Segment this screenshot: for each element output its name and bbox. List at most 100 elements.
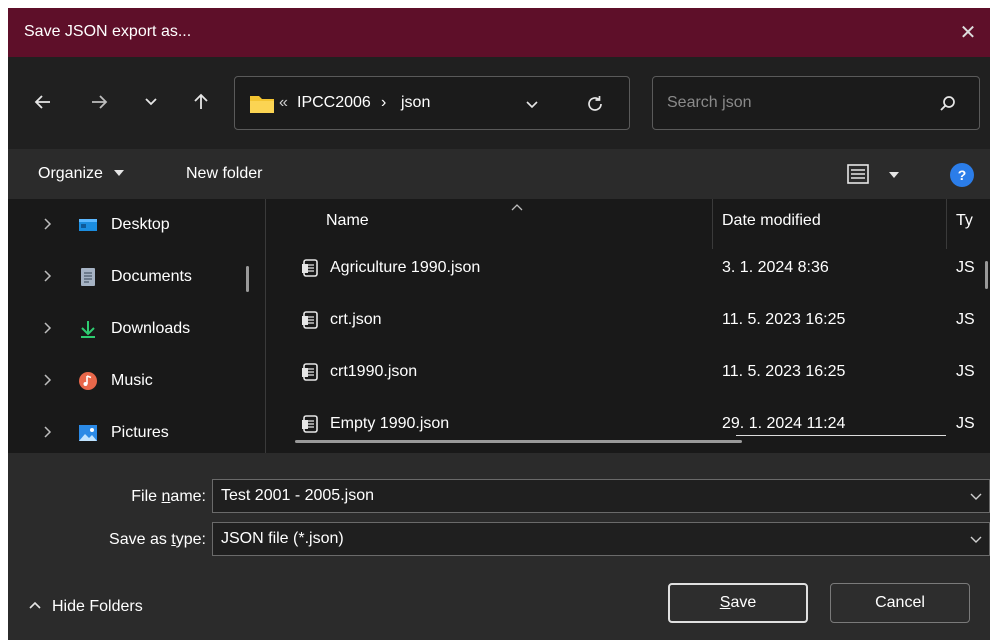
file-row[interactable]: crt.json 11. 5. 2023 16:25 JS bbox=[266, 296, 990, 348]
navigation-bar: « IPCC2006 › json Search json bbox=[8, 57, 990, 149]
vertical-scrollbar[interactable] bbox=[985, 261, 988, 289]
chevron-down-icon[interactable] bbox=[969, 490, 983, 504]
refresh-icon[interactable] bbox=[585, 94, 605, 114]
file-name-label: File name: bbox=[131, 488, 206, 505]
breadcrumb-ipcc2006[interactable]: IPCC2006 bbox=[297, 94, 371, 112]
chevron-up-icon bbox=[29, 601, 41, 609]
file-date: 11. 5. 2023 16:25 bbox=[722, 363, 846, 380]
chevron-right-icon[interactable] bbox=[40, 425, 54, 439]
arrow-up-icon bbox=[194, 93, 208, 109]
save-as-type-select[interactable]: JSON file (*.json) bbox=[212, 522, 990, 556]
arrow-left-icon bbox=[34, 95, 50, 109]
chevron-right-icon[interactable] bbox=[40, 373, 54, 387]
file-type: JS bbox=[956, 311, 975, 328]
address-overflow[interactable]: « bbox=[279, 94, 288, 112]
arrow-right-icon bbox=[92, 95, 108, 109]
caret-down-icon bbox=[114, 170, 125, 176]
horizontal-scrollbar[interactable] bbox=[295, 440, 742, 443]
caret-down-icon bbox=[889, 172, 899, 178]
sidebar-item-label: Desktop bbox=[111, 216, 170, 233]
sidebar-item-desktop[interactable]: Desktop bbox=[8, 205, 258, 245]
search-box[interactable]: Search json bbox=[652, 76, 980, 130]
save-button[interactable]: Save bbox=[668, 583, 808, 623]
file-type: JS bbox=[956, 415, 975, 432]
command-bar: Organize New folder ? bbox=[8, 149, 990, 199]
back-button[interactable] bbox=[28, 87, 58, 117]
file-row[interactable]: crt1990.json 11. 5. 2023 16:25 JS bbox=[266, 348, 990, 400]
sort-ascending-icon bbox=[511, 204, 523, 211]
file-date: 3. 1. 2024 8:36 bbox=[722, 259, 829, 276]
address-dropdown-icon[interactable] bbox=[525, 98, 539, 112]
sidebar-scrollbar[interactable] bbox=[246, 266, 249, 292]
save-options-panel: File name: Test 2001 - 2005.json Save as… bbox=[8, 453, 990, 640]
chevron-right-icon[interactable] bbox=[40, 217, 54, 231]
sidebar-item-music[interactable]: Music bbox=[8, 361, 258, 401]
breadcrumb-json[interactable]: json bbox=[401, 94, 430, 112]
pictures-icon bbox=[79, 425, 97, 441]
file-row[interactable]: Agriculture 1990.json 3. 1. 2024 8:36 JS bbox=[266, 244, 990, 296]
save-dialog: Save JSON export as... ✕ « IPCC2006 › js… bbox=[8, 8, 990, 640]
documents-icon bbox=[81, 268, 95, 286]
close-icon: ✕ bbox=[959, 22, 977, 44]
music-icon bbox=[79, 372, 97, 390]
save-as-type-label: Save as type: bbox=[109, 531, 206, 548]
sidebar-item-label: Music bbox=[111, 372, 153, 389]
file-type: JS bbox=[956, 259, 975, 276]
cancel-button[interactable]: Cancel bbox=[830, 583, 970, 623]
sidebar-item-label: Pictures bbox=[111, 424, 169, 441]
sidebar-item-downloads[interactable]: Downloads bbox=[8, 309, 258, 349]
json-file-icon bbox=[302, 259, 318, 277]
recent-locations-button[interactable] bbox=[136, 87, 166, 117]
list-view-icon bbox=[847, 164, 869, 184]
file-list: Name Date modified Ty Agriculture 1990.j… bbox=[266, 199, 990, 453]
view-options-button[interactable] bbox=[846, 163, 908, 187]
file-type: JS bbox=[956, 363, 975, 380]
sidebar-item-label: Downloads bbox=[111, 320, 191, 337]
column-separator[interactable] bbox=[946, 199, 947, 249]
hide-folders-label: Hide Folders bbox=[52, 598, 143, 615]
file-row[interactable]: Empty 1990.json 29. 1. 2024 11:24 JS bbox=[266, 400, 990, 452]
json-file-icon bbox=[302, 415, 318, 433]
chevron-right-icon[interactable] bbox=[40, 321, 54, 335]
content-area: Desktop Documents Downloads Music Pictur bbox=[8, 199, 990, 453]
sidebar-item-label: Documents bbox=[111, 268, 192, 285]
folder-icon bbox=[250, 96, 274, 113]
search-placeholder: Search json bbox=[667, 94, 752, 111]
desktop-icon bbox=[79, 219, 97, 231]
column-header-name[interactable]: Name bbox=[326, 212, 369, 230]
address-bar[interactable]: « IPCC2006 › json bbox=[234, 76, 630, 130]
breadcrumb-separator[interactable]: › bbox=[381, 94, 386, 112]
sidebar-item-documents[interactable]: Documents bbox=[8, 257, 258, 297]
divider bbox=[736, 435, 946, 436]
column-header-date-modified[interactable]: Date modified bbox=[722, 212, 821, 230]
close-button[interactable]: ✕ bbox=[946, 8, 990, 57]
file-name: crt1990.json bbox=[330, 363, 418, 380]
organize-label: Organize bbox=[38, 165, 103, 182]
chevron-right-icon[interactable] bbox=[40, 269, 54, 283]
file-name: Empty 1990.json bbox=[330, 415, 450, 432]
hide-folders-button[interactable]: Hide Folders bbox=[28, 598, 143, 616]
file-name: crt.json bbox=[330, 311, 382, 328]
forward-button[interactable] bbox=[84, 87, 114, 117]
title-bar: Save JSON export as... ✕ bbox=[8, 8, 990, 57]
dialog-title: Save JSON export as... bbox=[24, 23, 192, 40]
search-icon[interactable] bbox=[939, 95, 957, 113]
up-button[interactable] bbox=[186, 87, 216, 117]
save-as-type-value: JSON file (*.json) bbox=[221, 530, 344, 547]
sidebar-item-pictures[interactable]: Pictures bbox=[8, 413, 258, 453]
file-date: 11. 5. 2023 16:25 bbox=[722, 311, 846, 328]
navigation-pane: Desktop Documents Downloads Music Pictur bbox=[8, 199, 266, 453]
file-name-value[interactable]: Test 2001 - 2005.json bbox=[221, 487, 374, 505]
new-folder-button[interactable]: New folder bbox=[186, 165, 262, 183]
chevron-down-icon[interactable] bbox=[969, 533, 983, 547]
json-file-icon bbox=[302, 311, 318, 329]
file-name-input[interactable]: Test 2001 - 2005.json bbox=[212, 479, 990, 513]
file-name: Agriculture 1990.json bbox=[330, 259, 481, 276]
chevron-down-icon bbox=[145, 98, 157, 106]
column-separator[interactable] bbox=[712, 199, 713, 249]
organize-button[interactable]: Organize bbox=[38, 165, 125, 183]
column-header-type[interactable]: Ty bbox=[956, 212, 973, 230]
help-button[interactable]: ? bbox=[950, 163, 974, 187]
json-file-icon bbox=[302, 363, 318, 381]
downloads-icon bbox=[81, 321, 95, 338]
